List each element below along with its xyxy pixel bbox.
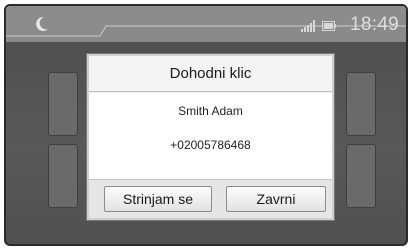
signal-icon xyxy=(301,20,315,32)
battery-icon xyxy=(322,21,336,31)
status-clock: 18:49 xyxy=(350,14,400,35)
dialog-title: Dohodni klic xyxy=(89,56,332,92)
caller-number: +02005786468 xyxy=(170,138,251,152)
dialog-body: Smith Adam +02005786468 xyxy=(89,93,332,179)
caller-name: Smith Adam xyxy=(178,104,243,118)
device-frame: 18:49 Dohodni klic Smith Adam +020057864… xyxy=(0,0,411,251)
status-bar-tab-shape xyxy=(6,6,406,42)
accept-call-button[interactable]: Strinjam se xyxy=(104,186,212,212)
head-unit-screen: 18:49 Dohodni klic Smith Adam +020057864… xyxy=(4,4,408,246)
background-tile xyxy=(48,144,78,208)
background-tile xyxy=(48,72,78,136)
moon-icon xyxy=(36,16,48,31)
incoming-call-dialog: Dohodni klic Smith Adam +02005786468 Str… xyxy=(87,54,334,220)
background-tile xyxy=(346,144,376,208)
status-bar: 18:49 xyxy=(6,6,406,42)
dialog-footer: Strinjam se Zavrni xyxy=(89,179,332,218)
background-tile xyxy=(346,72,376,136)
decline-call-button[interactable]: Zavrni xyxy=(226,186,326,212)
